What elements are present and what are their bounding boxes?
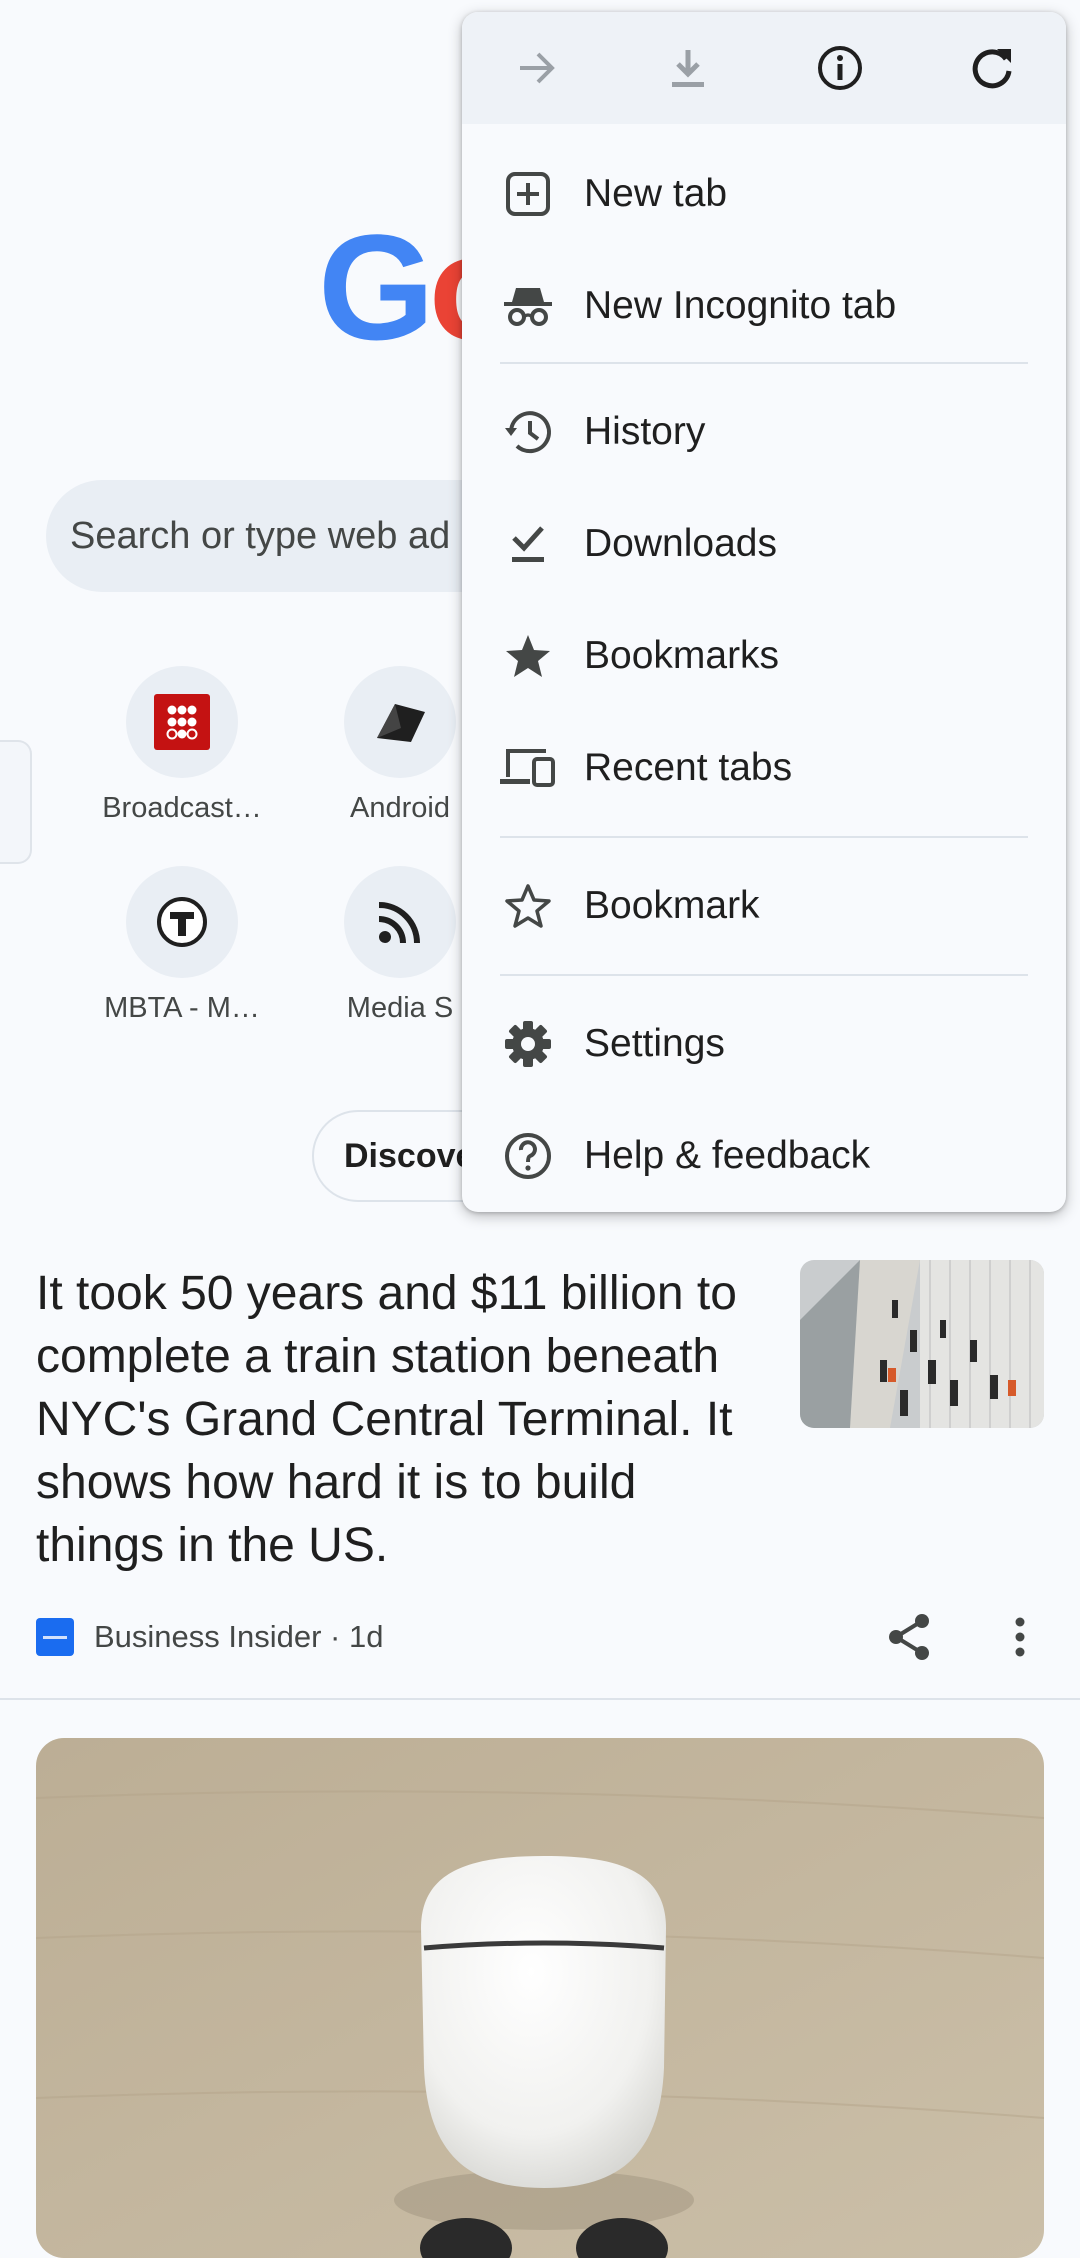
android-police-icon: [344, 666, 456, 778]
menu-item-settings[interactable]: Settings: [462, 988, 1066, 1100]
article-thumbnail[interactable]: [800, 1260, 1044, 1428]
side-panel-handle[interactable]: [0, 740, 32, 864]
more-options-icon[interactable]: [1000, 1612, 1040, 1662]
broadcastify-icon: [126, 666, 238, 778]
menu-item-new-tab[interactable]: New tab: [462, 138, 1066, 250]
menu-divider: [500, 836, 1028, 838]
shortcut-label: MBTA - M…: [104, 992, 260, 1024]
shortcut-mbta[interactable]: MBTA - M…: [72, 866, 292, 1025]
download-icon[interactable]: [658, 38, 718, 98]
menu-divider: [500, 974, 1028, 976]
settings-icon: [498, 1014, 558, 1074]
downloads-icon: [498, 514, 558, 574]
shortcut-broadcastify[interactable]: Broadcast…: [72, 666, 292, 825]
history-icon: [498, 402, 558, 462]
forward-icon[interactable]: [508, 38, 568, 98]
menu-item-label: Downloads: [584, 522, 777, 565]
menu-divider: [500, 362, 1028, 364]
menu-toolbar: [462, 12, 1066, 124]
incognito-icon: [498, 276, 558, 336]
menu-item-help-feedback[interactable]: Help & feedback: [462, 1100, 1066, 1212]
refresh-icon[interactable]: [962, 38, 1022, 98]
rss-feed-icon: [344, 866, 456, 978]
menu-item-label: Settings: [584, 1022, 725, 1065]
menu-item-new-incognito-tab[interactable]: New Incognito tab: [462, 250, 1066, 362]
article-source-text: Business Insider · 1d: [94, 1619, 384, 1654]
menu-item-recent-tabs[interactable]: Recent tabs: [462, 712, 1066, 824]
menu-item-bookmarks[interactable]: Bookmarks: [462, 600, 1066, 712]
menu-item-label: Bookmark: [584, 884, 760, 927]
search-placeholder: Search or type web ad: [70, 514, 451, 557]
menu-item-label: New tab: [584, 172, 728, 215]
shortcut-label: Broadcast…: [102, 792, 262, 824]
bookmark-star-icon: [498, 876, 558, 936]
menu-item-bookmark[interactable]: Bookmark: [462, 850, 1066, 962]
mbta-icon: [126, 866, 238, 978]
menu-item-label: Recent tabs: [584, 746, 793, 789]
menu-item-history[interactable]: History: [462, 376, 1066, 488]
feed-divider: [0, 1698, 1080, 1700]
article-source: Business Insider · 1d: [36, 1618, 383, 1656]
help-icon: [498, 1126, 558, 1186]
menu-item-downloads[interactable]: Downloads: [462, 488, 1066, 600]
menu-item-label: History: [584, 410, 706, 453]
business-insider-favicon: [36, 1618, 74, 1656]
menu-item-label: New Incognito tab: [584, 284, 897, 327]
bookmarks-icon: [498, 626, 558, 686]
menu-item-label: Help & feedback: [584, 1134, 871, 1177]
info-icon[interactable]: [810, 38, 870, 98]
menu-item-label: Bookmarks: [584, 634, 780, 677]
discover-label: Discove: [344, 1136, 475, 1175]
recent-tabs-icon: [498, 738, 558, 798]
overflow-menu: New tab New Incognito tab History Downlo…: [462, 12, 1066, 1212]
article-headline[interactable]: It took 50 years and $11 billion to comp…: [36, 1262, 756, 1577]
article-image[interactable]: [36, 1738, 1044, 2258]
share-icon[interactable]: [882, 1612, 938, 1662]
new-tab-icon: [498, 164, 558, 224]
